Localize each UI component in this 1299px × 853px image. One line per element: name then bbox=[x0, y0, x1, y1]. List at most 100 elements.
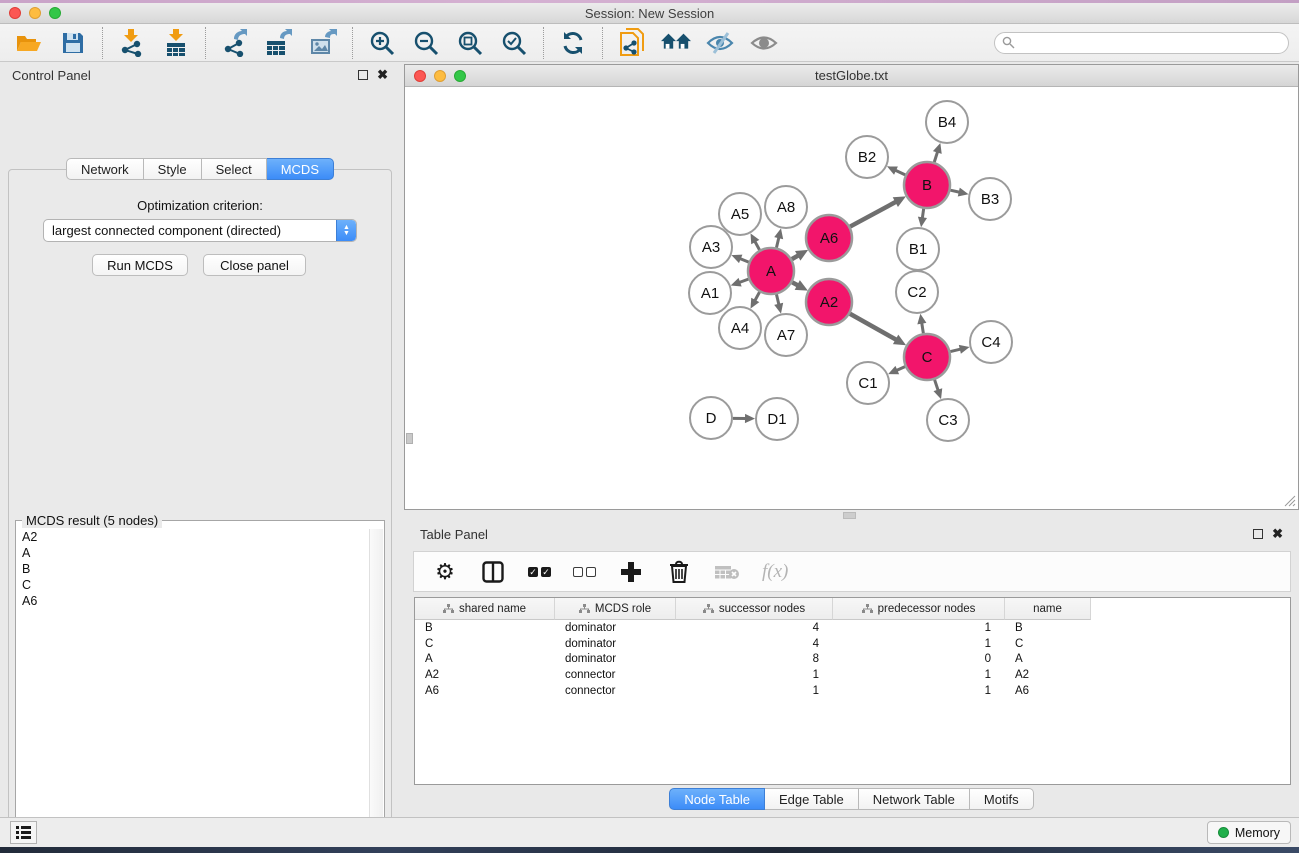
canvas-bottom-grip[interactable] bbox=[843, 512, 856, 519]
table-row[interactable]: Cdominator41C bbox=[415, 636, 1290, 652]
table-row[interactable]: A2connector11A2 bbox=[415, 667, 1290, 683]
desktop-edge-bottom bbox=[0, 847, 1299, 853]
window-resize-grip[interactable] bbox=[1283, 494, 1296, 507]
graph-node-C[interactable]: C bbox=[904, 334, 950, 380]
column-header-predecessor-nodes[interactable]: predecessor nodes bbox=[833, 598, 1005, 620]
column-header-name[interactable]: name bbox=[1005, 598, 1091, 620]
search-field[interactable] bbox=[994, 32, 1289, 54]
edge-C-C4 bbox=[950, 349, 960, 351]
deselect-all-icon[interactable] bbox=[573, 567, 596, 577]
graph-node-D1[interactable]: D1 bbox=[756, 398, 798, 440]
network-window-titlebar[interactable]: testGlobe.txt bbox=[405, 65, 1298, 87]
close-panel-icon[interactable]: ✖ bbox=[377, 70, 388, 80]
graph-node-C1[interactable]: C1 bbox=[847, 362, 889, 404]
delete-table-icon[interactable] bbox=[714, 559, 740, 585]
canvas-left-grip[interactable] bbox=[406, 433, 413, 444]
cell: B bbox=[415, 622, 555, 634]
tab-mcds[interactable]: MCDS bbox=[267, 158, 334, 180]
memory-button[interactable]: Memory bbox=[1207, 821, 1291, 844]
column-header-successor-nodes[interactable]: successor nodes bbox=[676, 598, 833, 620]
column-view-icon[interactable] bbox=[480, 559, 506, 585]
run-mcds-button[interactable]: Run MCDS bbox=[92, 254, 188, 276]
task-history-button[interactable] bbox=[10, 821, 37, 844]
arrowhead bbox=[774, 303, 783, 314]
svg-text:B4: B4 bbox=[938, 114, 956, 131]
hide-details-icon[interactable] bbox=[705, 28, 735, 58]
arrowhead bbox=[959, 345, 970, 354]
graph-node-A1[interactable]: A1 bbox=[689, 272, 731, 314]
graph-node-C3[interactable]: C3 bbox=[927, 399, 969, 441]
zoom-fit-icon[interactable] bbox=[455, 28, 485, 58]
graph-node-B2[interactable]: B2 bbox=[846, 136, 888, 178]
result-item[interactable]: A2 bbox=[22, 529, 369, 545]
result-scrollbar[interactable] bbox=[369, 529, 383, 853]
graph-node-B4[interactable]: B4 bbox=[926, 101, 968, 143]
cell: 1 bbox=[833, 685, 1005, 697]
graph-node-B3[interactable]: B3 bbox=[969, 178, 1011, 220]
tab-network[interactable]: Network bbox=[66, 158, 144, 180]
table-close-icon[interactable]: ✖ bbox=[1272, 529, 1283, 539]
tab-style[interactable]: Style bbox=[144, 158, 202, 180]
export-image-icon[interactable] bbox=[308, 28, 338, 58]
export-table-icon[interactable] bbox=[264, 28, 294, 58]
tab-select[interactable]: Select bbox=[202, 158, 267, 180]
table-row[interactable]: A6connector11A6 bbox=[415, 683, 1290, 699]
graph-node-C2[interactable]: C2 bbox=[896, 271, 938, 313]
graph-node-A2[interactable]: A2 bbox=[806, 279, 852, 325]
network-from-file-icon[interactable] bbox=[617, 28, 647, 58]
result-item[interactable]: B bbox=[22, 561, 369, 577]
svg-text:A7: A7 bbox=[777, 327, 795, 344]
table-row[interactable]: Bdominator41B bbox=[415, 620, 1290, 636]
show-details-icon[interactable] bbox=[749, 28, 779, 58]
result-item[interactable]: A6 bbox=[22, 593, 369, 609]
refresh-icon[interactable] bbox=[558, 28, 588, 58]
result-item[interactable]: C bbox=[22, 577, 369, 593]
cell: 4 bbox=[676, 638, 833, 650]
graph-node-A5[interactable]: A5 bbox=[719, 193, 761, 235]
tab-node-table[interactable]: Node Table bbox=[669, 788, 765, 810]
network-window-title: testGlobe.txt bbox=[405, 68, 1298, 83]
import-network-icon[interactable] bbox=[117, 28, 147, 58]
function-builder-icon[interactable]: f(x) bbox=[762, 561, 788, 583]
select-all-icon[interactable]: ✓✓ bbox=[528, 567, 551, 577]
table-row[interactable]: Adominator80A bbox=[415, 652, 1290, 668]
svg-text:A6: A6 bbox=[820, 230, 838, 247]
search-input[interactable] bbox=[1019, 36, 1288, 50]
optimization-criterion-select[interactable]: largest connected component (directed) ▲… bbox=[43, 219, 357, 242]
column-header-shared-name[interactable]: shared name bbox=[415, 598, 555, 620]
zoom-out-icon[interactable] bbox=[411, 28, 441, 58]
table-float-icon[interactable] bbox=[1253, 529, 1263, 539]
graph-node-A[interactable]: A bbox=[748, 248, 794, 294]
zoom-in-icon[interactable] bbox=[367, 28, 397, 58]
graph-node-A4[interactable]: A4 bbox=[719, 307, 761, 349]
table-toolbar: ⚙ ✓✓ f(x) bbox=[413, 551, 1291, 592]
graph-node-A6[interactable]: A6 bbox=[806, 215, 852, 261]
home-icon[interactable] bbox=[661, 28, 691, 58]
graph-node-B[interactable]: B bbox=[904, 162, 950, 208]
result-item[interactable]: A bbox=[22, 545, 369, 561]
import-table-icon[interactable] bbox=[161, 28, 191, 58]
table-settings-gear-icon[interactable]: ⚙ bbox=[432, 559, 458, 585]
svg-text:D1: D1 bbox=[767, 411, 786, 428]
delete-icon[interactable] bbox=[666, 559, 692, 585]
export-network-icon[interactable] bbox=[220, 28, 250, 58]
add-column-icon[interactable] bbox=[618, 559, 644, 585]
mcds-result-list[interactable]: A2ABCA6 bbox=[17, 529, 369, 853]
graph-node-D[interactable]: D bbox=[690, 397, 732, 439]
close-panel-button[interactable]: Close panel bbox=[203, 254, 306, 276]
tab-network-table[interactable]: Network Table bbox=[859, 788, 970, 810]
float-panel-icon[interactable] bbox=[358, 70, 368, 80]
save-session-icon[interactable] bbox=[58, 28, 88, 58]
graph-node-B1[interactable]: B1 bbox=[897, 228, 939, 270]
column-header-MCDS-role[interactable]: MCDS role bbox=[555, 598, 676, 620]
zoom-selected-icon[interactable] bbox=[499, 28, 529, 58]
graph-node-A3[interactable]: A3 bbox=[690, 226, 732, 268]
open-file-icon[interactable] bbox=[14, 28, 44, 58]
network-canvas[interactable]: B4 B2 B B3 A5A8 A6 B1 A3 A C2 A1 A2 A4 A7 C4 C C1 C3 D D1 bbox=[405, 87, 1298, 509]
tab-motifs[interactable]: Motifs bbox=[970, 788, 1034, 810]
cell: 1 bbox=[833, 622, 1005, 634]
tab-edge-table[interactable]: Edge Table bbox=[765, 788, 859, 810]
graph-node-A8[interactable]: A8 bbox=[765, 186, 807, 228]
graph-node-C4[interactable]: C4 bbox=[970, 321, 1012, 363]
graph-node-A7[interactable]: A7 bbox=[765, 314, 807, 356]
